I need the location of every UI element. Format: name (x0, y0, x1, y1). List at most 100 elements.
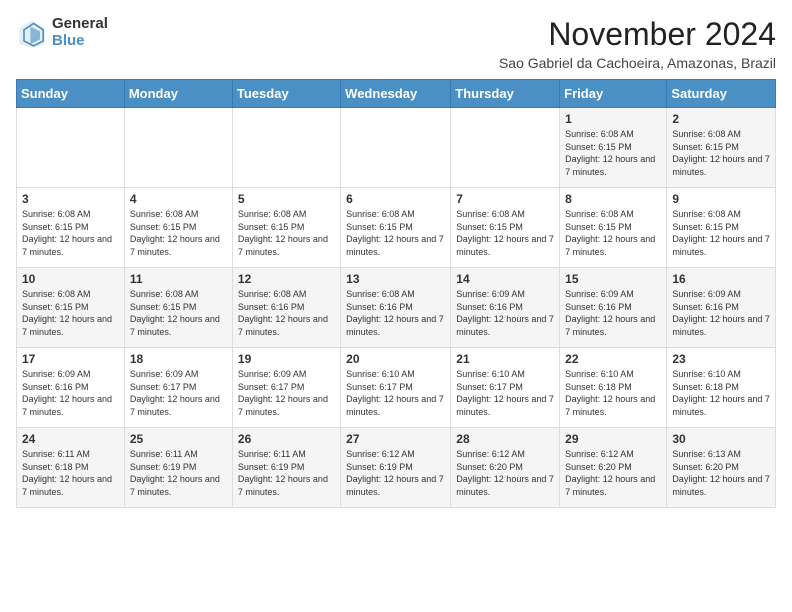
day-number: 23 (672, 352, 770, 366)
day-header-thursday: Thursday (451, 80, 560, 108)
day-info: Sunrise: 6:09 AM Sunset: 6:16 PM Dayligh… (456, 288, 554, 338)
calendar-cell: 20 Sunrise: 6:10 AM Sunset: 6:17 PM Dayli… (341, 348, 451, 428)
day-number: 19 (238, 352, 335, 366)
day-info: Sunrise: 6:08 AM Sunset: 6:15 PM Dayligh… (346, 208, 445, 258)
day-header-saturday: Saturday (667, 80, 776, 108)
day-number: 10 (22, 272, 119, 286)
day-number: 22 (565, 352, 661, 366)
day-info: Sunrise: 6:08 AM Sunset: 6:16 PM Dayligh… (238, 288, 335, 338)
day-number: 11 (130, 272, 227, 286)
location-subtitle: Sao Gabriel da Cachoeira, Amazonas, Braz… (499, 55, 776, 71)
day-number: 20 (346, 352, 445, 366)
day-info: Sunrise: 6:12 AM Sunset: 6:20 PM Dayligh… (565, 448, 661, 498)
day-header-friday: Friday (560, 80, 667, 108)
day-info: Sunrise: 6:09 AM Sunset: 6:17 PM Dayligh… (238, 368, 335, 418)
header-row: SundayMondayTuesdayWednesdayThursdayFrid… (17, 80, 776, 108)
day-number: 12 (238, 272, 335, 286)
calendar-cell: 28 Sunrise: 6:12 AM Sunset: 6:20 PM Dayli… (451, 428, 560, 508)
day-info: Sunrise: 6:09 AM Sunset: 6:16 PM Dayligh… (22, 368, 119, 418)
day-info: Sunrise: 6:11 AM Sunset: 6:19 PM Dayligh… (238, 448, 335, 498)
day-header-wednesday: Wednesday (341, 80, 451, 108)
week-row-1: 1 Sunrise: 6:08 AM Sunset: 6:15 PM Daylig… (17, 108, 776, 188)
calendar-cell: 1 Sunrise: 6:08 AM Sunset: 6:15 PM Daylig… (560, 108, 667, 188)
day-info: Sunrise: 6:08 AM Sunset: 6:16 PM Dayligh… (346, 288, 445, 338)
logo-general: General (52, 16, 108, 33)
calendar-cell: 17 Sunrise: 6:09 AM Sunset: 6:16 PM Dayli… (17, 348, 125, 428)
calendar-cell: 9Sunrise: 6:08 AM Sunset: 6:15 PM Daylig… (667, 188, 776, 268)
calendar-cell: 5 Sunrise: 6:08 AM Sunset: 6:15 PM Daylig… (232, 188, 340, 268)
day-number: 21 (456, 352, 554, 366)
day-number: 24 (22, 432, 119, 446)
day-number: 15 (565, 272, 661, 286)
day-number: 30 (672, 432, 770, 446)
day-number: 1 (565, 112, 661, 126)
calendar-cell: 2 Sunrise: 6:08 AM Sunset: 6:15 PM Daylig… (667, 108, 776, 188)
day-number: 2 (672, 112, 770, 126)
day-number: 17 (22, 352, 119, 366)
day-info: Sunrise: 6:08 AM Sunset: 6:15 PM Dayligh… (456, 208, 554, 258)
day-info: Sunrise: 6:08 AM Sunset: 6:15 PM Dayligh… (22, 288, 119, 338)
calendar-cell: 3Sunrise: 6:08 AM Sunset: 6:15 PM Daylig… (17, 188, 125, 268)
day-info: Sunrise: 6:08 AM Sunset: 6:15 PM Dayligh… (130, 208, 227, 258)
calendar-cell: 6 Sunrise: 6:08 AM Sunset: 6:15 PM Daylig… (341, 188, 451, 268)
day-number: 3 (22, 192, 119, 206)
day-info: Sunrise: 6:10 AM Sunset: 6:17 PM Dayligh… (346, 368, 445, 418)
title-section: November 2024 Sao Gabriel da Cachoeira, … (499, 16, 776, 71)
day-info: Sunrise: 6:13 AM Sunset: 6:20 PM Dayligh… (672, 448, 770, 498)
calendar-cell: 7Sunrise: 6:08 AM Sunset: 6:15 PM Daylig… (451, 188, 560, 268)
day-number: 26 (238, 432, 335, 446)
calendar-cell: 27Sunrise: 6:12 AM Sunset: 6:19 PM Dayli… (341, 428, 451, 508)
day-info: Sunrise: 6:09 AM Sunset: 6:16 PM Dayligh… (565, 288, 661, 338)
calendar-cell: 30 Sunrise: 6:13 AM Sunset: 6:20 PM Dayli… (667, 428, 776, 508)
calendar-cell: 13Sunrise: 6:08 AM Sunset: 6:16 PM Dayli… (341, 268, 451, 348)
day-number: 28 (456, 432, 554, 446)
day-header-monday: Monday (124, 80, 232, 108)
logo-icon (16, 17, 48, 49)
day-info: Sunrise: 6:08 AM Sunset: 6:15 PM Dayligh… (130, 288, 227, 338)
day-info: Sunrise: 6:08 AM Sunset: 6:15 PM Dayligh… (672, 128, 770, 178)
calendar-cell (451, 108, 560, 188)
month-title: November 2024 (499, 16, 776, 53)
calendar-cell: 8 Sunrise: 6:08 AM Sunset: 6:15 PM Daylig… (560, 188, 667, 268)
logo-blue: Blue (52, 33, 108, 50)
calendar-cell (124, 108, 232, 188)
day-number: 16 (672, 272, 770, 286)
calendar-cell: 4 Sunrise: 6:08 AM Sunset: 6:15 PM Daylig… (124, 188, 232, 268)
day-info: Sunrise: 6:10 AM Sunset: 6:18 PM Dayligh… (565, 368, 661, 418)
calendar-cell: 23Sunrise: 6:10 AM Sunset: 6:18 PM Dayli… (667, 348, 776, 428)
week-row-4: 17 Sunrise: 6:09 AM Sunset: 6:16 PM Dayli… (17, 348, 776, 428)
calendar-cell: 15 Sunrise: 6:09 AM Sunset: 6:16 PM Dayli… (560, 268, 667, 348)
day-number: 27 (346, 432, 445, 446)
day-number: 25 (130, 432, 227, 446)
day-header-tuesday: Tuesday (232, 80, 340, 108)
calendar-cell: 18Sunrise: 6:09 AM Sunset: 6:17 PM Dayli… (124, 348, 232, 428)
week-row-5: 24 Sunrise: 6:11 AM Sunset: 6:18 PM Dayli… (17, 428, 776, 508)
calendar-cell: 10 Sunrise: 6:08 AM Sunset: 6:15 PM Dayli… (17, 268, 125, 348)
calendar-cell (341, 108, 451, 188)
day-info: Sunrise: 6:11 AM Sunset: 6:18 PM Dayligh… (22, 448, 119, 498)
calendar-cell: 25Sunrise: 6:11 AM Sunset: 6:19 PM Dayli… (124, 428, 232, 508)
day-info: Sunrise: 6:08 AM Sunset: 6:15 PM Dayligh… (238, 208, 335, 258)
day-number: 9 (672, 192, 770, 206)
day-number: 6 (346, 192, 445, 206)
day-info: Sunrise: 6:08 AM Sunset: 6:15 PM Dayligh… (565, 208, 661, 258)
day-number: 5 (238, 192, 335, 206)
calendar-cell: 21 Sunrise: 6:10 AM Sunset: 6:17 PM Dayli… (451, 348, 560, 428)
week-row-2: 3 Sunrise: 6:08 AM Sunset: 6:15 PM Daylig… (17, 188, 776, 268)
day-info: Sunrise: 6:09 AM Sunset: 6:17 PM Dayligh… (130, 368, 227, 418)
calendar-cell: 24 Sunrise: 6:11 AM Sunset: 6:18 PM Dayli… (17, 428, 125, 508)
calendar-cell: 19 Sunrise: 6:09 AM Sunset: 6:17 PM Dayli… (232, 348, 340, 428)
day-number: 4 (130, 192, 227, 206)
day-info: Sunrise: 6:09 AM Sunset: 6:16 PM Dayligh… (672, 288, 770, 338)
day-number: 8 (565, 192, 661, 206)
day-info: Sunrise: 6:12 AM Sunset: 6:20 PM Dayligh… (456, 448, 554, 498)
calendar-cell (232, 108, 340, 188)
day-number: 29 (565, 432, 661, 446)
day-info: Sunrise: 6:10 AM Sunset: 6:17 PM Dayligh… (456, 368, 554, 418)
page-header: General Blue November 2024 Sao Gabriel d… (16, 16, 776, 71)
day-info: Sunrise: 6:08 AM Sunset: 6:15 PM Dayligh… (565, 128, 661, 178)
calendar-cell: 29 Sunrise: 6:12 AM Sunset: 6:20 PM Dayli… (560, 428, 667, 508)
calendar-cell: 22 Sunrise: 6:10 AM Sunset: 6:18 PM Dayli… (560, 348, 667, 428)
calendar-cell: 11 Sunrise: 6:08 AM Sunset: 6:15 PM Dayli… (124, 268, 232, 348)
calendar-cell: 26 Sunrise: 6:11 AM Sunset: 6:19 PM Dayli… (232, 428, 340, 508)
